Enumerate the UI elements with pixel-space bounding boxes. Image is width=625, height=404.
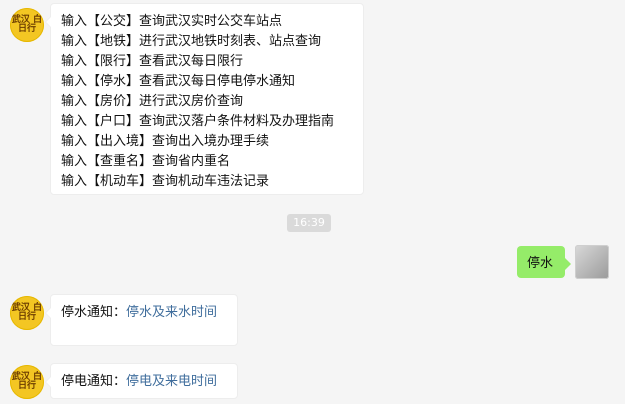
help-line: 输入【机动车】查询机动车违法记录: [61, 174, 270, 189]
water-time-link[interactable]: 停水及来水时间: [126, 305, 217, 320]
help-line: 输入【限行】查看武汉每日限行: [61, 54, 244, 69]
bot-reply-message: 停电通知：停电及来电时间: [45, 363, 238, 399]
bot-reply-message: 停水通知：停水及来水时间: [45, 294, 238, 346]
bot-help-message: 输入【公交】查询武汉实时公交车站点 输入【地铁】进行武汉地铁时刻表、站点查询 输…: [45, 3, 364, 195]
user-message-text: 停水: [527, 256, 554, 271]
help-line: 输入【出入境】查询出入境办理手续: [61, 134, 270, 149]
bot-avatar[interactable]: 武汉 白日行: [10, 8, 44, 42]
help-line: 输入【户口】查询武汉落户条件材料及办理指南: [61, 114, 335, 129]
message-timestamp: 16:39: [287, 214, 331, 232]
bot-avatar-text: 武汉 白日行: [11, 303, 43, 322]
power-time-link[interactable]: 停电及来电时间: [126, 374, 217, 389]
help-line: 输入【房价】进行武汉房价查询: [61, 94, 244, 109]
bot-avatar[interactable]: 武汉 白日行: [10, 296, 44, 330]
help-line: 输入【停水】查看武汉每日停电停水通知: [61, 74, 296, 89]
help-line: 输入【公交】查询武汉实时公交车站点: [61, 14, 283, 29]
help-line: 输入【查重名】查询省内重名: [61, 154, 231, 169]
bot-avatar-text: 武汉 白日行: [11, 15, 43, 34]
user-avatar[interactable]: [575, 245, 609, 279]
notice-prefix: 停水通知：: [61, 305, 127, 320]
user-message-bubble: 停水: [517, 246, 571, 278]
notice-prefix: 停电通知：: [61, 374, 127, 389]
bot-avatar[interactable]: 武汉 白日行: [10, 365, 44, 399]
bot-avatar-text: 武汉 白日行: [11, 372, 43, 391]
help-line: 输入【地铁】进行武汉地铁时刻表、站点查询: [61, 34, 322, 49]
